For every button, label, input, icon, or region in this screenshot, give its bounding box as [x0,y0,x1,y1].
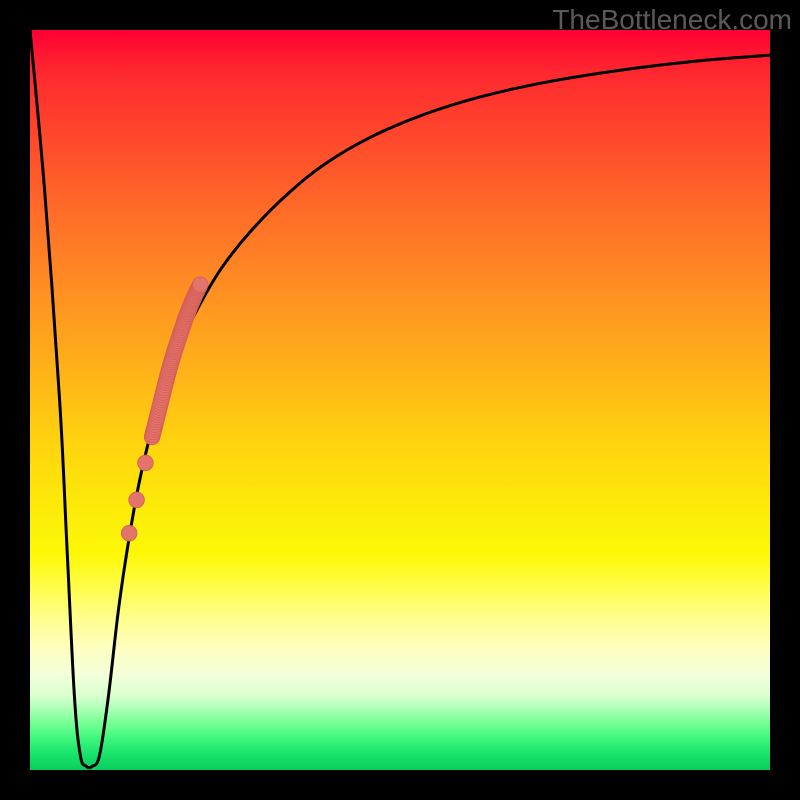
data-marker [138,455,154,471]
plot-area [30,30,770,770]
markers-layer [30,30,770,770]
data-marker [192,277,208,293]
outer-frame: TheBottleneck.com [0,0,800,800]
data-marker [129,492,145,508]
markers-group [121,277,208,541]
watermark-text: TheBottleneck.com [552,4,792,36]
data-marker [121,525,137,541]
